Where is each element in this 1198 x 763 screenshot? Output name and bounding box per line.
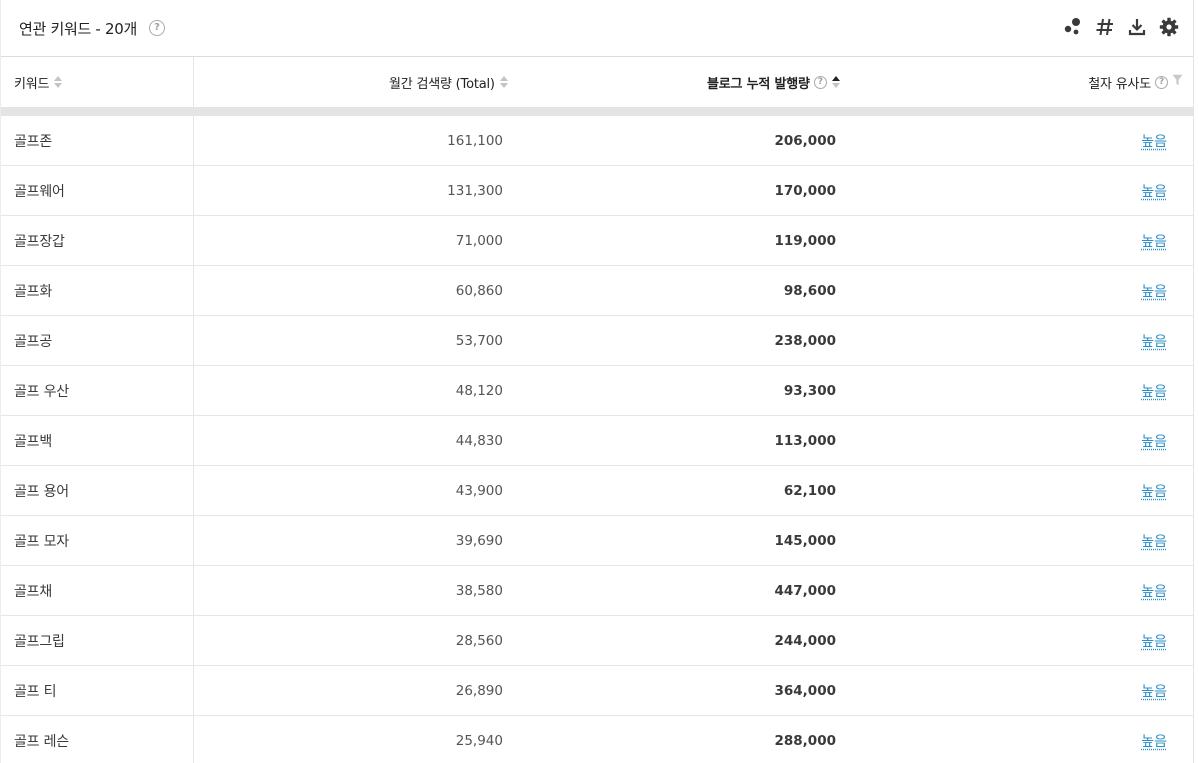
- table-row: 골프웨어 131,300 170,000 높음: [1, 166, 1193, 216]
- column-header-monthly-search[interactable]: 월간 검색량 (Total): [389, 57, 508, 107]
- table-row: 골프화 60,860 98,600 높음: [1, 266, 1193, 316]
- table-row: 골프공 53,700 238,000 높음: [1, 316, 1193, 366]
- toolbar: [1063, 17, 1179, 37]
- similarity-link[interactable]: 높음: [1141, 316, 1167, 365]
- keyword-cell[interactable]: 골프채: [1, 566, 194, 615]
- download-icon[interactable]: [1127, 17, 1147, 37]
- monthly-search-cell: 161,100: [447, 132, 503, 149]
- keyword-cell[interactable]: 골프 모자: [1, 516, 194, 565]
- panel-header: 연관 키워드 - 20개 ?: [1, 0, 1193, 57]
- blog-posts-cell: 170,000: [774, 182, 837, 199]
- blog-posts-cell: 206,000: [774, 132, 837, 149]
- blog-posts-cell: 288,000: [774, 732, 837, 749]
- monthly-search-cell: 44,830: [455, 432, 503, 449]
- column-header-blog-posts[interactable]: 블로그 누적 발행량 ?: [707, 57, 840, 107]
- monthly-search-cell: 25,940: [455, 732, 503, 749]
- monthly-search-cell: 48,120: [455, 382, 503, 399]
- blog-posts-cell: 119,000: [774, 232, 837, 249]
- column-label-similarity: 철자 유사도: [1088, 76, 1151, 92]
- keyword-cell[interactable]: 골프그립: [1, 616, 194, 665]
- table-row: 골프 레슨 25,940 288,000 높음: [1, 716, 1193, 763]
- similarity-link[interactable]: 높음: [1141, 616, 1167, 665]
- filter-icon[interactable]: [1172, 74, 1183, 90]
- table-row: 골프 용어 43,900 62,100 높음: [1, 466, 1193, 516]
- monthly-search-cell: 39,690: [455, 532, 503, 549]
- table-row: 골프 티 26,890 364,000 높음: [1, 666, 1193, 716]
- monthly-search-cell: 43,900: [455, 482, 503, 499]
- keyword-cell[interactable]: 골프 레슨: [1, 716, 194, 763]
- blog-posts-cell: 145,000: [774, 532, 837, 549]
- table-row: 골프백 44,830 113,000 높음: [1, 416, 1193, 466]
- blog-posts-cell: 244,000: [774, 632, 837, 649]
- monthly-search-cell: 28,560: [455, 632, 503, 649]
- column-label-keyword: 키워드: [14, 76, 50, 92]
- blog-posts-cell: 93,300: [783, 382, 836, 399]
- column-header-keyword[interactable]: 키워드: [1, 57, 194, 107]
- header-divider: [1, 107, 1193, 116]
- monthly-search-cell: 53,700: [455, 332, 503, 349]
- table-row: 골프존 161,100 206,000 높음: [1, 116, 1193, 166]
- hashtag-icon[interactable]: [1095, 17, 1115, 37]
- panel-title: 연관 키워드 - 20개: [19, 19, 138, 38]
- similarity-link[interactable]: 높음: [1141, 466, 1167, 515]
- column-header-similarity[interactable]: 철자 유사도 ?: [1088, 57, 1183, 107]
- gear-icon[interactable]: [1159, 17, 1179, 37]
- similarity-link[interactable]: 높음: [1141, 116, 1167, 165]
- similarity-link[interactable]: 높음: [1141, 216, 1167, 265]
- blog-posts-cell: 238,000: [774, 332, 837, 349]
- monthly-search-cell: 60,860: [455, 282, 503, 299]
- table-body: 골프존 161,100 206,000 높음 골프웨어 131,300 170,000 높음 골…: [1, 116, 1193, 763]
- keyword-cell[interactable]: 골프공: [1, 316, 194, 365]
- blog-posts-cell: 62,100: [783, 482, 836, 499]
- similarity-link[interactable]: 높음: [1141, 416, 1167, 465]
- similarity-link[interactable]: 높음: [1141, 266, 1167, 315]
- table-row: 골프장갑 71,000 119,000 높음: [1, 216, 1193, 266]
- blog-posts-cell: 447,000: [774, 582, 837, 599]
- sort-icon[interactable]: [499, 76, 508, 88]
- similarity-link[interactable]: 높음: [1141, 516, 1167, 565]
- bubble-chart-icon[interactable]: [1063, 17, 1083, 37]
- table-row: 골프 우산 48,120 93,300 높음: [1, 366, 1193, 416]
- help-icon[interactable]: ?: [813, 75, 827, 89]
- sort-icon[interactable]: [54, 76, 63, 88]
- table-row: 골프 모자 39,690 145,000 높음: [1, 516, 1193, 566]
- column-label-monthly-search: 월간 검색량 (Total): [389, 76, 495, 92]
- sort-ascending-icon[interactable]: [831, 76, 840, 88]
- monthly-search-cell: 131,300: [447, 182, 503, 199]
- keyword-cell[interactable]: 골프존: [1, 116, 194, 165]
- similarity-link[interactable]: 높음: [1141, 166, 1167, 215]
- keyword-cell[interactable]: 골프장갑: [1, 216, 194, 265]
- help-icon[interactable]: ?: [1155, 75, 1168, 89]
- blog-posts-cell: 364,000: [774, 682, 837, 699]
- title-help-icon[interactable]: ?: [149, 20, 166, 36]
- related-keywords-panel: 연관 키워드 - 20개 ? 키워드 월간 검색량 (Total) 블로그 누적…: [0, 0, 1194, 763]
- keyword-cell[interactable]: 골프 용어: [1, 466, 194, 515]
- keyword-cell[interactable]: 골프웨어: [1, 166, 194, 215]
- keyword-cell[interactable]: 골프백: [1, 416, 194, 465]
- monthly-search-cell: 26,890: [455, 682, 503, 699]
- blog-posts-cell: 98,600: [783, 282, 836, 299]
- keyword-cell[interactable]: 골프화: [1, 266, 194, 315]
- column-label-blog-posts: 블로그 누적 발행량: [707, 76, 810, 92]
- monthly-search-cell: 38,580: [455, 582, 503, 599]
- table-row: 골프그립 28,560 244,000 높음: [1, 616, 1193, 666]
- similarity-link[interactable]: 높음: [1141, 566, 1167, 615]
- keyword-cell[interactable]: 골프 티: [1, 666, 194, 715]
- similarity-link[interactable]: 높음: [1141, 366, 1167, 415]
- monthly-search-cell: 71,000: [455, 232, 503, 249]
- table-header: 키워드 월간 검색량 (Total) 블로그 누적 발행량 ? 철자 유사도 ?: [1, 57, 1193, 107]
- table-row: 골프채 38,580 447,000 높음: [1, 566, 1193, 616]
- blog-posts-cell: 113,000: [774, 432, 837, 449]
- similarity-link[interactable]: 높음: [1141, 716, 1167, 763]
- keyword-cell[interactable]: 골프 우산: [1, 366, 194, 415]
- similarity-link[interactable]: 높음: [1141, 666, 1167, 715]
